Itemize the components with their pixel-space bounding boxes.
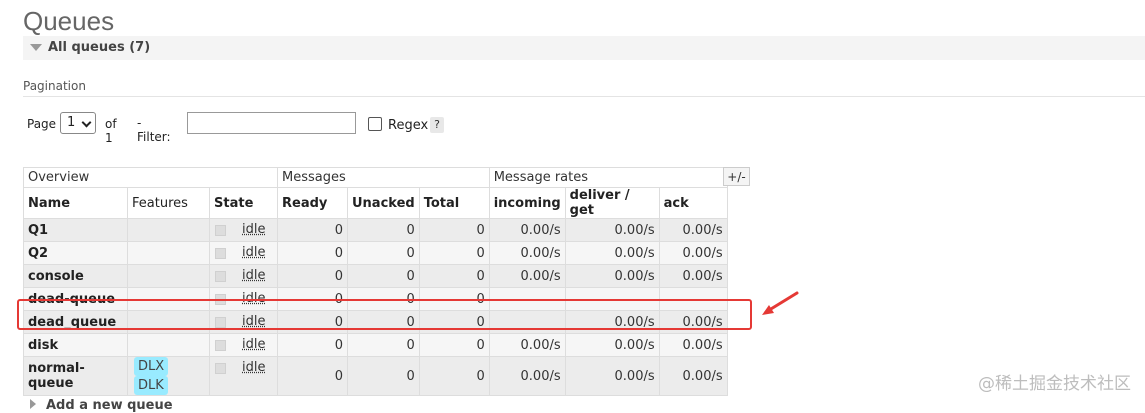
ack-cell: 0.00/s bbox=[658, 333, 728, 357]
state-cell: idle bbox=[209, 218, 278, 242]
state-cell: idle bbox=[209, 356, 278, 396]
incoming-cell: 0.00/s bbox=[488, 218, 566, 242]
state-cell: idle bbox=[209, 241, 278, 265]
regex-checkbox[interactable] bbox=[368, 117, 382, 131]
page-count-label: of 1 bbox=[105, 117, 117, 145]
queue-name-link[interactable]: Q1 bbox=[23, 218, 128, 242]
col-header-ready[interactable]: Ready bbox=[277, 187, 348, 219]
all-queues-section-toggle[interactable]: All queues (7) bbox=[23, 36, 1145, 60]
ready-cell: 0 bbox=[277, 333, 348, 357]
total-cell: 0 bbox=[418, 264, 490, 288]
arrow-annotation-icon bbox=[762, 291, 799, 315]
deliver-get-cell: 0.00/s bbox=[564, 333, 660, 357]
page-select[interactable]: 1 bbox=[60, 112, 96, 134]
feature-badge[interactable]: DLX bbox=[134, 357, 169, 376]
ack-cell: 0.00/s bbox=[658, 264, 728, 288]
regex-help-button[interactable]: ? bbox=[430, 117, 444, 133]
state-indicator bbox=[215, 248, 226, 259]
table-row: console idle 0 0 0 0.00/s 0.00/s 0.00/s bbox=[23, 264, 728, 288]
state-indicator bbox=[215, 225, 226, 236]
ready-cell: 0 bbox=[277, 241, 348, 265]
ack-cell: 0.00/s bbox=[658, 218, 728, 242]
ready-cell: 0 bbox=[277, 356, 348, 396]
queue-name-link[interactable]: Q2 bbox=[23, 241, 128, 265]
collapse-triangle-icon bbox=[30, 44, 42, 51]
unacked-cell: 0 bbox=[347, 356, 420, 396]
column-options-button[interactable]: +/- bbox=[723, 167, 750, 186]
features-cell bbox=[127, 241, 210, 265]
state-text: idle bbox=[242, 268, 266, 283]
deliver-get-cell: 0.00/s bbox=[564, 218, 660, 242]
queues-table: Overview Messages Message rates Name Fea… bbox=[23, 167, 728, 396]
unacked-cell: 0 bbox=[347, 218, 420, 242]
total-cell: 0 bbox=[418, 356, 490, 396]
ready-cell: 0 bbox=[277, 264, 348, 288]
col-header-unacked[interactable]: Unacked bbox=[347, 187, 420, 219]
pagination-label: Pagination bbox=[23, 79, 86, 93]
watermark: @稀土掘金技术社区 bbox=[978, 374, 1131, 394]
queue-name-link[interactable]: normal-queue bbox=[23, 356, 128, 396]
filter-input[interactable] bbox=[187, 112, 356, 134]
incoming-cell: 0.00/s bbox=[488, 333, 566, 357]
group-header-messages: Messages bbox=[277, 167, 490, 188]
features-cell bbox=[127, 218, 210, 242]
state-indicator bbox=[215, 363, 226, 374]
ack-cell: 0.00/s bbox=[658, 241, 728, 265]
queue-name-link[interactable]: disk bbox=[23, 333, 128, 357]
page-label: Page bbox=[27, 117, 57, 131]
incoming-cell: 0.00/s bbox=[488, 264, 566, 288]
col-header-features: Features bbox=[127, 187, 210, 219]
ack-cell: 0.00/s bbox=[658, 356, 728, 396]
state-cell: idle bbox=[209, 333, 278, 357]
state-text: idle bbox=[242, 360, 266, 375]
state-text: idle bbox=[242, 245, 266, 260]
table-row: normal-queue DLXDLK idle 0 0 0 0.00/s 0.00/s 0.0… bbox=[23, 356, 728, 396]
features-cell bbox=[127, 264, 210, 288]
col-header-incoming[interactable]: incoming bbox=[488, 187, 566, 219]
deliver-get-cell: 0.00/s bbox=[564, 241, 660, 265]
total-cell: 0 bbox=[418, 218, 490, 242]
group-header-overview: Overview bbox=[23, 167, 278, 188]
all-queues-label: All queues (7) bbox=[48, 40, 151, 55]
feature-badge[interactable]: DLK bbox=[134, 376, 168, 395]
chevron-down-icon bbox=[81, 117, 92, 128]
incoming-cell: 0.00/s bbox=[488, 241, 566, 265]
regex-label: Regex bbox=[388, 118, 429, 133]
ready-cell: 0 bbox=[277, 218, 348, 242]
col-header-total[interactable]: Total bbox=[418, 187, 490, 219]
features-cell bbox=[127, 333, 210, 357]
incoming-cell: 0.00/s bbox=[488, 356, 566, 396]
state-indicator bbox=[215, 271, 226, 282]
col-header-state[interactable]: State bbox=[209, 187, 278, 219]
page-title: Queues bbox=[23, 6, 115, 36]
filter-label: - Filter: bbox=[137, 116, 171, 144]
state-text: idle bbox=[242, 337, 266, 352]
state-text: idle bbox=[242, 222, 266, 237]
queue-name-link[interactable]: console bbox=[23, 264, 128, 288]
page-select-value: 1 bbox=[67, 115, 76, 130]
col-header-ack[interactable]: ack bbox=[658, 187, 728, 219]
group-header-message-rates: Message rates bbox=[488, 167, 728, 188]
unacked-cell: 0 bbox=[347, 333, 420, 357]
state-indicator bbox=[215, 340, 226, 351]
total-cell: 0 bbox=[418, 333, 490, 357]
deliver-get-cell: 0.00/s bbox=[564, 264, 660, 288]
expand-triangle-icon bbox=[30, 399, 36, 409]
unacked-cell: 0 bbox=[347, 241, 420, 265]
pagination-divider bbox=[23, 96, 1145, 97]
table-row: Q2 idle 0 0 0 0.00/s 0.00/s 0.00/s bbox=[23, 241, 728, 265]
total-cell: 0 bbox=[418, 241, 490, 265]
table-row: Q1 idle 0 0 0 0.00/s 0.00/s 0.00/s bbox=[23, 218, 728, 242]
deliver-get-cell: 0.00/s bbox=[564, 356, 660, 396]
features-cell: DLXDLK bbox=[127, 356, 210, 396]
highlight-box bbox=[17, 299, 752, 330]
table-row: disk idle 0 0 0 0.00/s 0.00/s 0.00/s bbox=[23, 333, 728, 357]
unacked-cell: 0 bbox=[347, 264, 420, 288]
col-header-name[interactable]: Name bbox=[23, 187, 128, 219]
state-cell: idle bbox=[209, 264, 278, 288]
col-header-deliver-get[interactable]: deliver / get bbox=[564, 187, 660, 219]
